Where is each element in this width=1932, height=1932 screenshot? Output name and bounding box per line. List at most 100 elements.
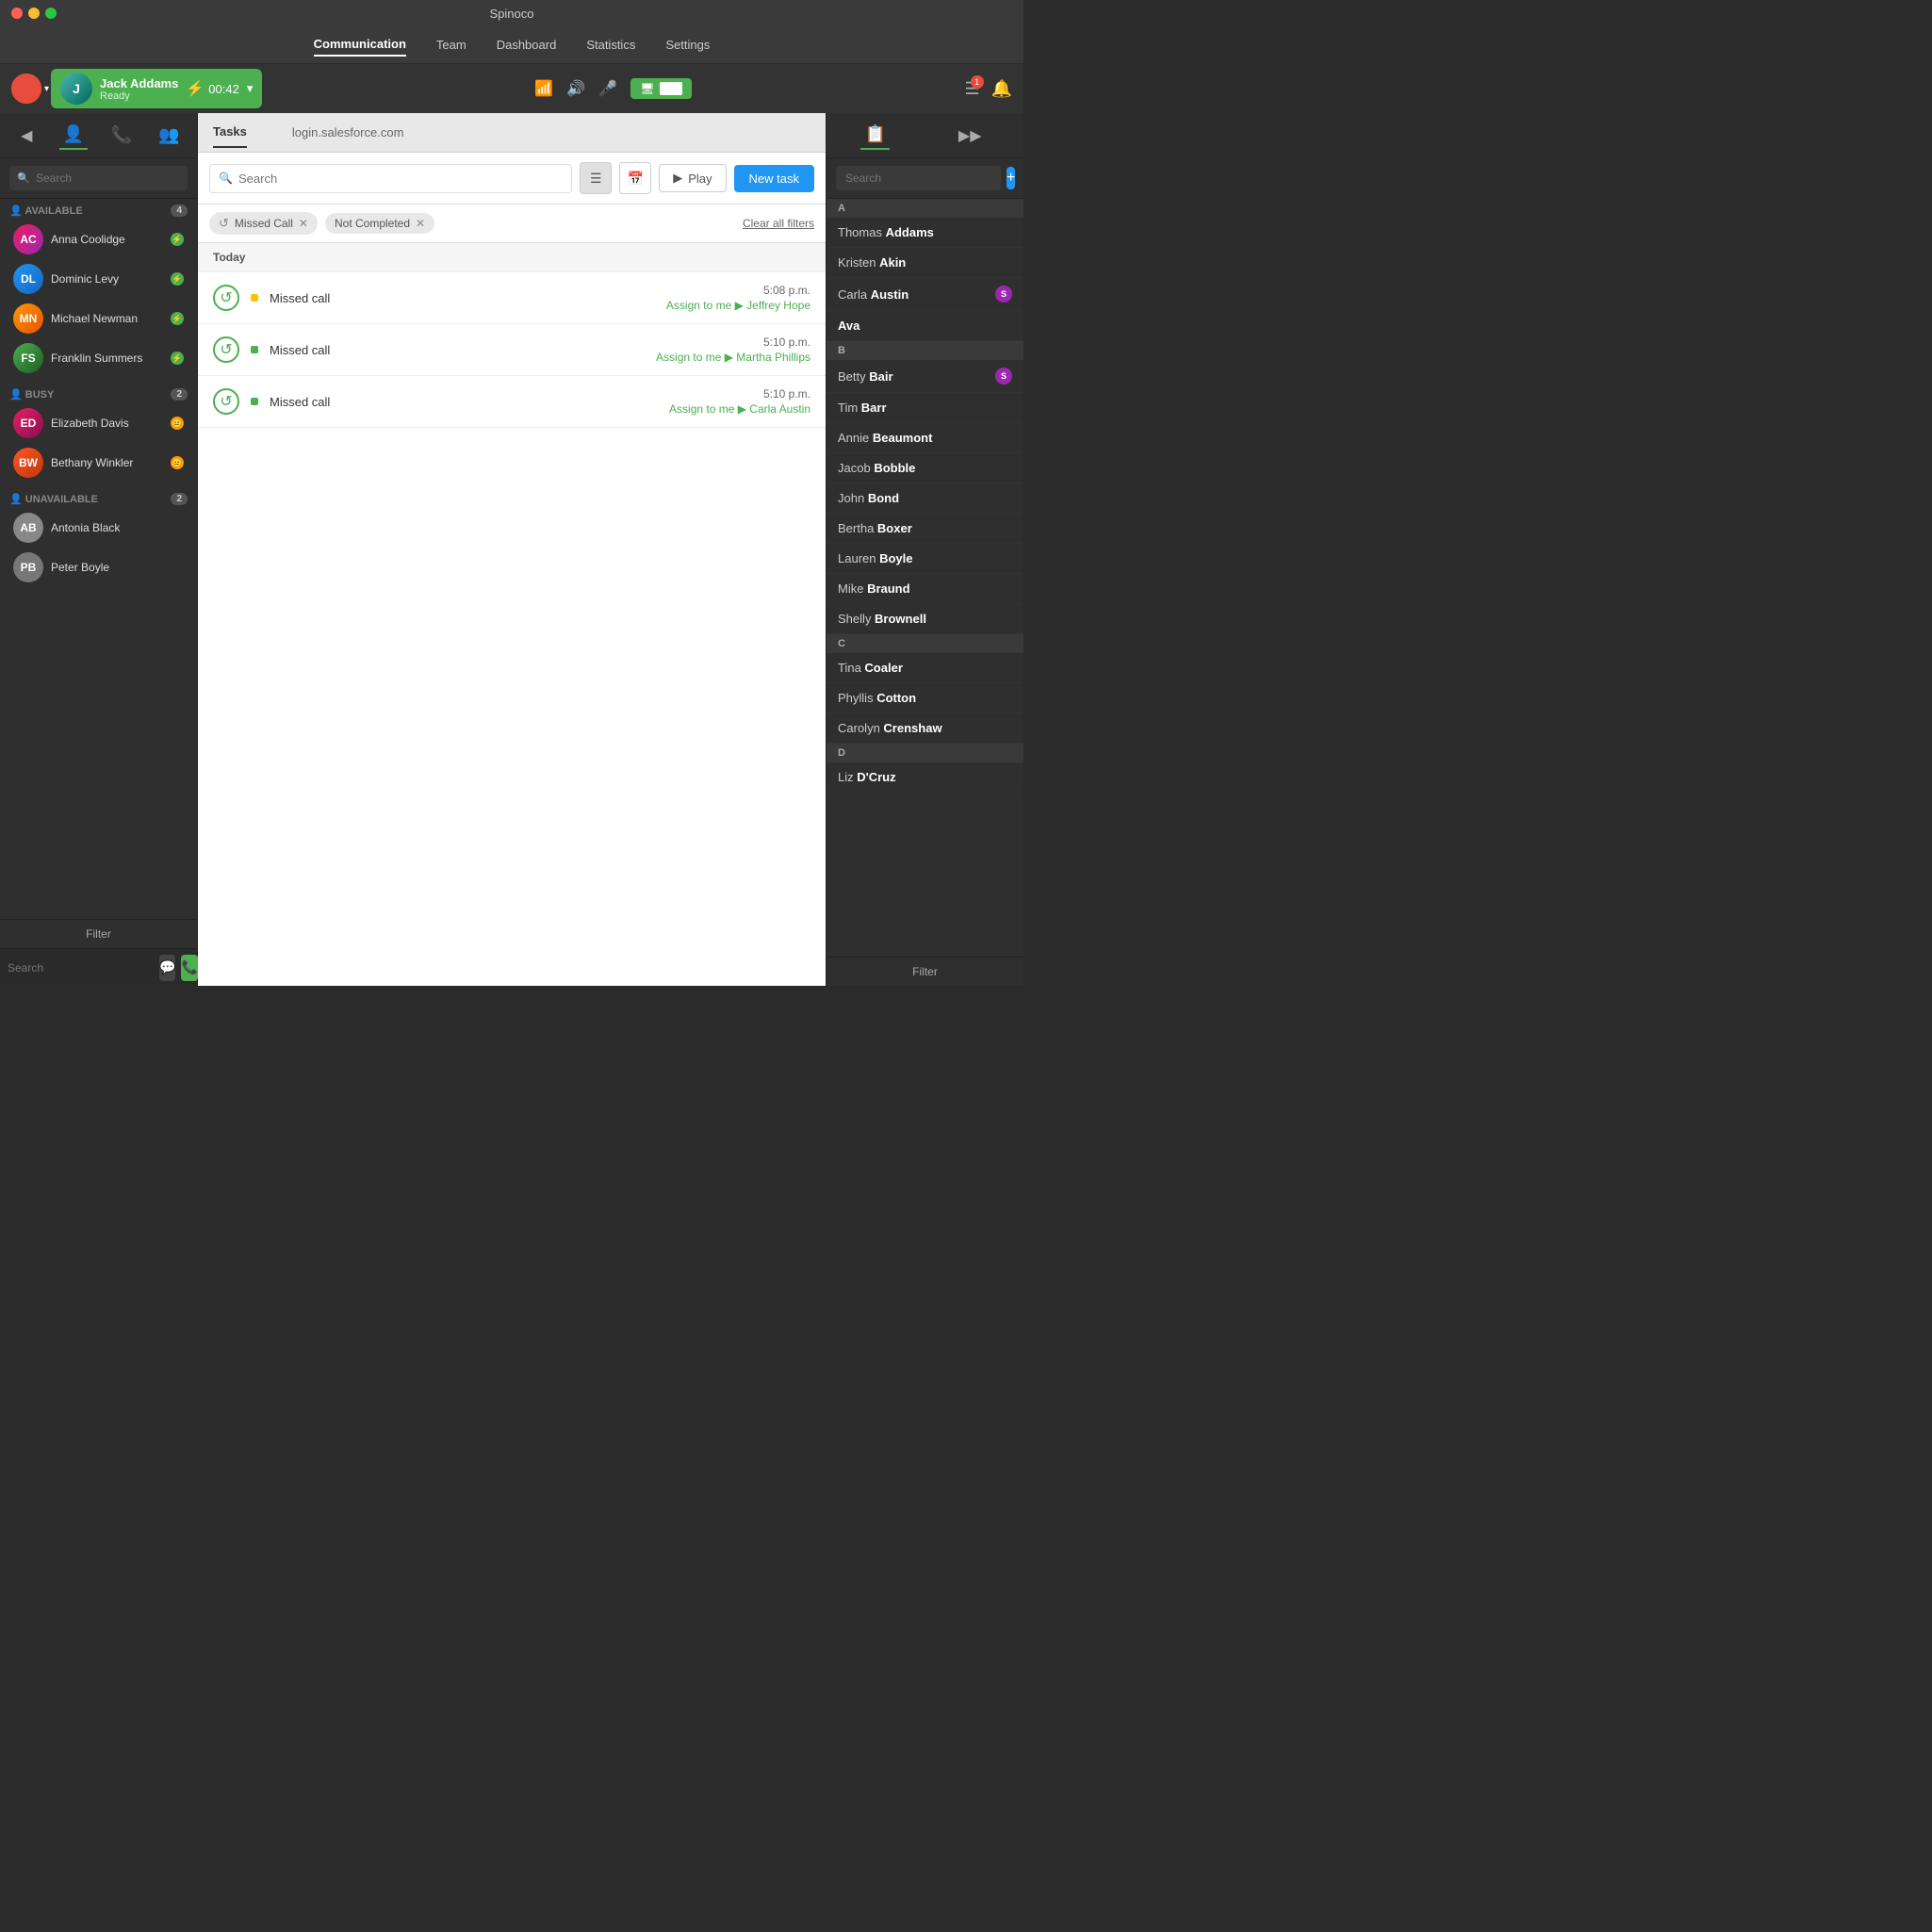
- tab-salesforce[interactable]: login.salesforce.com: [292, 118, 404, 147]
- tab-tasks[interactable]: Tasks: [213, 117, 247, 148]
- calendar-view-button[interactable]: 📅: [619, 162, 651, 194]
- task-item-3[interactable]: Missed call 5:10 p.m. Assign to me ▶ Car…: [198, 376, 826, 428]
- contact-betty-bair[interactable]: Betty Bair S: [827, 360, 1023, 393]
- mic-icon[interactable]: 🎤: [598, 79, 617, 98]
- contact-tim-barr[interactable]: Tim Barr: [827, 393, 1023, 423]
- status-bethany: 😐: [171, 456, 184, 469]
- task-check-3: [213, 388, 239, 415]
- notifications-button[interactable]: ☰ 1: [964, 79, 979, 99]
- add-contact-button[interactable]: +: [1007, 167, 1015, 189]
- agent-item-franklin[interactable]: FS Franklin Summers ⚡: [9, 339, 188, 377]
- contact-carolyn-crenshaw[interactable]: Carolyn Crenshaw: [827, 713, 1023, 744]
- center-search-input[interactable]: [209, 164, 572, 193]
- avatar-dominic: DL: [13, 264, 43, 294]
- chat-icon-button[interactable]: 💬: [159, 955, 175, 981]
- task-item-2[interactable]: Missed call 5:10 p.m. Assign to me ▶ Mar…: [198, 324, 826, 376]
- phone-icon[interactable]: 📞: [107, 122, 136, 149]
- list-view-button[interactable]: ☰: [580, 162, 612, 194]
- contact-ava[interactable]: Ava: [827, 311, 1023, 341]
- maximize-button[interactable]: [45, 8, 57, 19]
- available-label: 👤 AVAILABLE: [9, 205, 83, 217]
- contact-card-icon[interactable]: 📋: [860, 121, 889, 150]
- contact-name-shelly: Shelly Brownell: [838, 612, 1012, 626]
- minimize-button[interactable]: [28, 8, 40, 19]
- task-time-2: 5:10 p.m.: [763, 336, 810, 349]
- nav-dashboard[interactable]: Dashboard: [497, 34, 557, 56]
- agent-item-antonia[interactable]: AB Antonia Black: [9, 509, 188, 547]
- busy-group: 👤 BUSY 2 ED Elizabeth Davis 😐 BW Bethany…: [0, 383, 197, 487]
- avatar-franklin: FS: [13, 343, 43, 373]
- agent-status-button[interactable]: [11, 74, 41, 104]
- right-filter-button[interactable]: Filter: [912, 965, 938, 978]
- back-arrow[interactable]: ◀: [13, 123, 40, 149]
- agent-item-elizabeth[interactable]: ED Elizabeth Davis 😐: [9, 404, 188, 442]
- avatar-anna: AC: [13, 224, 43, 254]
- close-button[interactable]: [11, 8, 23, 19]
- contact-badge-carla: S: [995, 286, 1012, 303]
- task-dot-3: [251, 398, 258, 405]
- sidebar-search-input[interactable]: [9, 166, 188, 190]
- agent-item-bethany[interactable]: BW Bethany Winkler 😐: [9, 444, 188, 482]
- agent-item-peter[interactable]: PB Peter Boyle: [9, 548, 188, 586]
- missed-call-filter-close[interactable]: ✕: [299, 217, 308, 230]
- agent-info-card[interactable]: J Jack Addams Ready ⚡ 00:42 ▾: [51, 69, 262, 108]
- contact-annie-beaumont[interactable]: Annie Beaumont: [827, 423, 1023, 453]
- contact-shelly-brownell[interactable]: Shelly Brownell: [827, 604, 1023, 634]
- task-assign-1[interactable]: Assign to me ▶ Jeffrey Hope: [666, 299, 810, 312]
- contact-name-thomas: Thomas Addams: [838, 225, 1012, 239]
- agent-dropdown-icon[interactable]: ▾: [247, 81, 254, 96]
- task-title-1: Missed call: [270, 291, 655, 305]
- missed-call-filter-label: Missed Call: [235, 217, 293, 230]
- new-task-button[interactable]: New task: [734, 165, 814, 192]
- screen-share-button[interactable]: 🖥: [630, 78, 692, 99]
- contact-liz-dcruz[interactable]: Liz D'Cruz: [827, 762, 1023, 793]
- wifi-icon: 📶: [534, 79, 553, 98]
- filter-button[interactable]: Filter: [86, 927, 111, 941]
- contact-john-bond[interactable]: John Bond: [827, 483, 1023, 514]
- contact-tina-coaler[interactable]: Tina Coaler: [827, 653, 1023, 683]
- task-item-1[interactable]: Missed call 5:08 p.m. Assign to me ▶ Jef…: [198, 272, 826, 324]
- avatar-peter: PB: [13, 552, 43, 582]
- group-icon[interactable]: 👥: [155, 122, 183, 149]
- phone-dial-button[interactable]: 📞: [181, 955, 197, 981]
- contact-phyllis-cotton[interactable]: Phyllis Cotton: [827, 683, 1023, 713]
- agent-name-antonia: Antonia Black: [51, 521, 184, 534]
- not-completed-filter-label: Not Completed: [335, 217, 410, 230]
- nav-team[interactable]: Team: [436, 34, 467, 56]
- clear-all-filters[interactable]: Clear all filters: [743, 217, 814, 230]
- nav-statistics[interactable]: Statistics: [586, 34, 635, 56]
- bottom-search-input[interactable]: [8, 961, 154, 974]
- play-button[interactable]: ▶ Play: [659, 164, 726, 192]
- contact-mike-braund[interactable]: Mike Braund: [827, 574, 1023, 604]
- contact-bertha-boxer[interactable]: Bertha Boxer: [827, 514, 1023, 544]
- not-completed-filter-close[interactable]: ✕: [416, 217, 425, 230]
- contact-name-lauren: Lauren Boyle: [838, 551, 1012, 565]
- filter-not-completed[interactable]: Not Completed ✕: [325, 213, 434, 234]
- nav-communication[interactable]: Communication: [314, 33, 406, 57]
- contact-name-kristen: Kristen Akin: [838, 255, 1012, 270]
- agent-item-dominic[interactable]: DL Dominic Levy ⚡: [9, 260, 188, 298]
- agent-name-elizabeth: Elizabeth Davis: [51, 417, 163, 430]
- agent-timer: ⚡ 00:42: [186, 79, 238, 98]
- person-icon[interactable]: 👤: [59, 121, 88, 150]
- avatar-michael: MN: [13, 303, 43, 334]
- agent-item-michael[interactable]: MN Michael Newman ⚡: [9, 300, 188, 337]
- nav-settings[interactable]: Settings: [665, 34, 710, 56]
- contact-carla-austin[interactable]: Carla Austin S: [827, 278, 1023, 311]
- contact-thomas-addams[interactable]: Thomas Addams: [827, 218, 1023, 248]
- bell-icon[interactable]: 🔔: [991, 79, 1012, 99]
- contact-lauren-boyle[interactable]: Lauren Boyle: [827, 544, 1023, 574]
- agent-name-bethany: Bethany Winkler: [51, 456, 163, 469]
- task-check-1: [213, 285, 239, 311]
- filter-missed-call[interactable]: ↺ Missed Call ✕: [209, 212, 318, 235]
- volume-icon[interactable]: 🔊: [566, 79, 585, 98]
- avatar-bethany: BW: [13, 448, 43, 478]
- contact-jacob-bobble[interactable]: Jacob Bobble: [827, 453, 1023, 483]
- right-search-input[interactable]: [836, 166, 1001, 190]
- forward-arrow[interactable]: ▶▶: [951, 123, 990, 149]
- agent-item-anna[interactable]: AC Anna Coolidge ⚡: [9, 221, 188, 258]
- avatar-elizabeth: ED: [13, 408, 43, 438]
- task-assign-3[interactable]: Assign to me ▶ Carla Austin: [669, 402, 810, 416]
- contact-kristen-akin[interactable]: Kristen Akin: [827, 248, 1023, 278]
- task-assign-2[interactable]: Assign to me ▶ Martha Phillips: [656, 351, 810, 364]
